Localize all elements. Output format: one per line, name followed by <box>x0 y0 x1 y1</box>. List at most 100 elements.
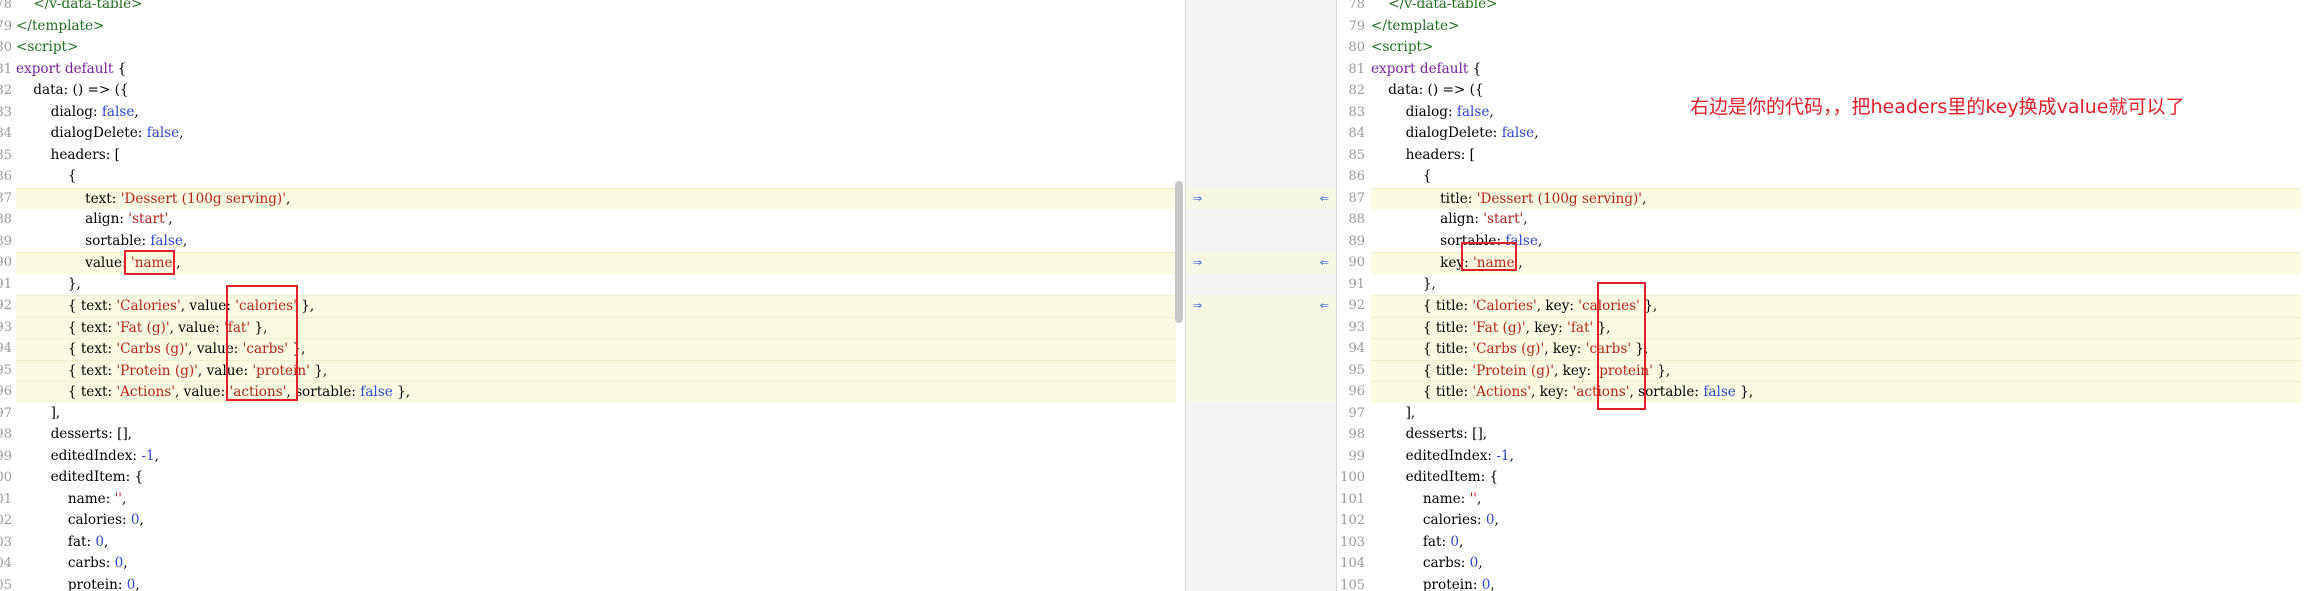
left-code-line[interactable]: headers: [ <box>16 145 1176 167</box>
left-code-line[interactable]: ], <box>16 403 1176 425</box>
left-code-line[interactable]: text: 'Dessert (100g serving)', <box>16 187 1176 209</box>
code-token: { text: <box>16 384 117 400</box>
right-code-line[interactable]: <script> <box>1371 37 2301 59</box>
left-code-line[interactable]: { <box>16 166 1176 188</box>
left-code-line[interactable]: <script> <box>16 37 1176 59</box>
merge-right-arrow-icon[interactable]: ⇒ <box>1193 188 1202 210</box>
left-code-line[interactable]: { text: 'Protein (g)', value: 'protein' … <box>16 359 1176 381</box>
right-code-line[interactable]: calories: 0, <box>1371 510 2301 532</box>
code-token: }, <box>1652 362 1671 379</box>
left-code-line[interactable]: }, <box>16 274 1176 296</box>
code-token: editedIndex: <box>16 447 142 464</box>
left-code-line[interactable]: </v-data-table> <box>16 0 1176 16</box>
right-code-line[interactable]: { title: 'Carbs (g)', key: 'carbs' }, <box>1371 338 2301 360</box>
left-code-line[interactable]: dialogDelete: false, <box>16 123 1176 145</box>
right-code-line[interactable]: fat: 0, <box>1371 532 2301 554</box>
left-line-number: 85 <box>0 147 12 163</box>
code-token: , <box>179 125 184 141</box>
right-line-number: 105 <box>1340 577 1365 591</box>
right-code-line[interactable]: editedIndex: -1, <box>1371 446 2301 468</box>
code-token: data: () => ({ <box>16 82 129 98</box>
code-token: name: <box>16 490 115 507</box>
left-code-line[interactable]: editedItem: { <box>16 467 1176 489</box>
right-code-line[interactable]: { <box>1371 166 2301 188</box>
right-code-line[interactable]: editedItem: { <box>1371 467 2301 489</box>
code-token: </v-data-table> <box>16 0 143 12</box>
code-token: , <box>1537 232 1543 249</box>
left-code-line[interactable]: name: '', <box>16 489 1176 511</box>
left-code-line[interactable]: editedIndex: -1, <box>16 446 1176 468</box>
code-token: , key: <box>1525 319 1568 336</box>
right-code-line[interactable]: }, <box>1371 274 2301 296</box>
code-token: }, <box>16 275 81 292</box>
code-token: 'start' <box>1483 211 1524 227</box>
left-code-line[interactable]: { text: 'Calories', value: 'calories' }, <box>16 295 1176 317</box>
code-token: headers: [ <box>16 146 120 163</box>
merge-right-arrow-icon[interactable]: ⇒ <box>1193 295 1202 317</box>
right-code-line[interactable]: { title: 'Fat (g)', key: 'fat' }, <box>1371 316 2301 338</box>
merge-left-arrow-icon[interactable]: ⇐ <box>1320 252 1329 274</box>
right-code-line[interactable]: </template> <box>1371 16 2301 38</box>
right-code-line[interactable]: { title: 'Calories', key: 'calories' }, <box>1371 295 2301 317</box>
code-token: , value: <box>175 384 230 400</box>
left-code-line[interactable]: export default { <box>16 59 1176 81</box>
code-token: 'Dessert (100g serving)' <box>1476 190 1642 207</box>
right-editor-pane[interactable]: 78 79 80 81 82 83 84 85 86 87 88 89 90 91 92 93 94 95 96 97… <box>1337 0 2311 591</box>
right-code-line[interactable]: { title: 'Protein (g)', key: 'protein' }… <box>1371 359 2301 381</box>
left-line-number: 79 <box>0 18 12 34</box>
left-code-line[interactable]: { text: 'Carbs (g)', value: 'carbs' }, <box>16 338 1176 360</box>
left-code-line[interactable]: sortable: false, <box>16 231 1176 253</box>
right-line-number: 86 <box>1348 169 1365 184</box>
left-code-line[interactable]: protein: 0, <box>16 575 1176 591</box>
right-code-line[interactable]: align: 'start', <box>1371 209 2301 231</box>
right-code-line[interactable]: headers: [ <box>1371 145 2301 167</box>
right-code-line[interactable]: title: 'Dessert (100g serving)', <box>1371 187 2301 209</box>
merge-left-arrow-icon[interactable]: ⇐ <box>1320 295 1329 317</box>
left-code-line[interactable]: dialog: false, <box>16 102 1176 124</box>
right-code-line[interactable]: ], <box>1371 403 2301 425</box>
right-line-number: 78 <box>1348 0 1365 12</box>
right-code-line[interactable]: { title: 'Actions', key: 'actions', sort… <box>1371 381 2301 403</box>
left-vertical-scrollbar[interactable] <box>1175 181 1183 323</box>
right-code-line[interactable]: dialogDelete: false, <box>1371 123 2301 145</box>
merge-left-arrow-icon[interactable]: ⇐ <box>1320 188 1329 210</box>
left-code-line[interactable]: carbs: 0, <box>16 553 1176 575</box>
divider-change-band <box>1186 381 1336 403</box>
left-code-line[interactable]: desserts: [], <box>16 424 1176 446</box>
left-code-line[interactable]: fat: 0, <box>16 532 1176 554</box>
right-code-line[interactable]: export default { <box>1371 59 2301 81</box>
left-code-line[interactable]: align: 'start', <box>16 209 1176 231</box>
left-code-line[interactable]: calories: 0, <box>16 510 1176 532</box>
right-code-line[interactable]: desserts: [], <box>1371 424 2301 446</box>
left-code-line[interactable]: </template> <box>16 16 1176 38</box>
left-line-number: 84 <box>0 126 12 141</box>
code-token: , <box>1534 125 1539 141</box>
right-code-line[interactable]: </v-data-table> <box>1371 0 2301 16</box>
code-token: -1 <box>1496 447 1510 464</box>
code-token: desserts: [], <box>1371 426 1488 442</box>
right-code-line[interactable]: name: '', <box>1371 489 2301 511</box>
code-token: align: <box>16 211 129 227</box>
left-code-line[interactable]: { text: 'Fat (g)', value: 'fat' }, <box>16 316 1176 338</box>
merge-right-arrow-icon[interactable]: ⇒ <box>1193 252 1202 274</box>
code-token: 0 <box>1469 555 1479 571</box>
code-token: export default <box>1371 60 1469 77</box>
left-code-line[interactable]: data: () => ({ <box>16 80 1176 102</box>
code-token: , <box>135 576 140 591</box>
right-code-line[interactable]: carbs: 0, <box>1371 553 2301 575</box>
left-code-area[interactable]: </v-data-table> </template> <script> export… <box>16 0 1176 591</box>
left-code-line[interactable]: value: 'name', <box>16 252 1176 274</box>
right-code-line[interactable]: protein: 0, <box>1371 575 2301 591</box>
code-token: , value: <box>169 319 225 336</box>
right-code-area[interactable]: </v-data-table> </template> <script> export… <box>1371 0 2301 591</box>
left-editor-pane[interactable]: 78 79 80 81 82 83 84 85 86 87 88 89 90 91 92 93 94 95 96 97… <box>0 0 1185 591</box>
divider-change-band <box>1186 295 1336 317</box>
code-token: '' <box>1469 490 1478 507</box>
left-line-number: 78 <box>0 0 12 12</box>
code-token: align: <box>1371 211 1484 227</box>
code-token: false <box>1456 103 1490 120</box>
code-token: ], <box>1371 404 1416 421</box>
code-token: { title: <box>1371 298 1473 314</box>
left-code-line[interactable]: { text: 'Actions', value: 'actions', sor… <box>16 381 1176 403</box>
code-token: 'Protein (g)' <box>1472 362 1554 379</box>
